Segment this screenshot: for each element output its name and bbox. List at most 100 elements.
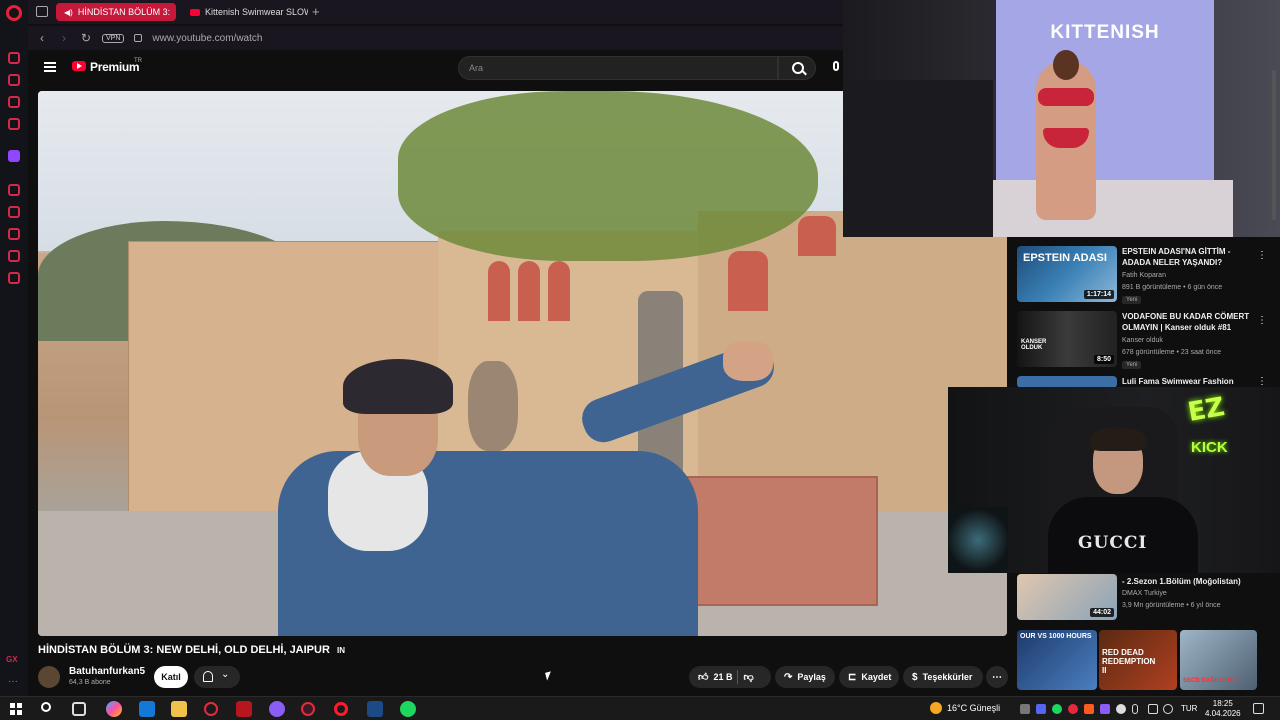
search-input[interactable]: Ara — [458, 56, 778, 80]
mic-tray-icon[interactable] — [1132, 704, 1138, 714]
twitch-icon[interactable] — [8, 150, 20, 162]
rec-title[interactable]: EPSTEIN ADASI'NA GİTTİM - ADADA NELER YA… — [1122, 246, 1252, 268]
search-button[interactable] — [778, 56, 816, 80]
opera-logo-icon[interactable] — [6, 5, 22, 21]
speed-dial-icon[interactable] — [8, 52, 20, 64]
like-icon[interactable]: 👍︎ — [698, 671, 708, 683]
rec-channel[interactable]: Fatih Koparan — [1122, 272, 1166, 279]
subscribed-bell-button[interactable]: ⌄ — [194, 666, 240, 688]
rec-thumbnail[interactable]: KANSER OLDUK 8:50 — [1017, 311, 1117, 367]
youtube-header: Premium TR Ara — [28, 52, 843, 84]
notifications-icon[interactable] — [1253, 703, 1264, 714]
player-icon[interactable] — [8, 184, 20, 196]
rec-title[interactable]: VODAFONE BU KADAR CÖMERT OLMAYIN | Kanse… — [1122, 311, 1252, 333]
shelf-thumbnail[interactable]: RED DEAD REDEMPTION II — [1099, 630, 1177, 690]
scrollbar-thumb[interactable] — [1272, 70, 1276, 220]
like-dislike-group: 👍︎ 21 B 👎︎ — [689, 666, 771, 688]
vpn-badge[interactable]: VPN — [102, 33, 125, 43]
tray-opera-icon[interactable] — [1068, 704, 1078, 714]
video-person-hat — [343, 359, 453, 414]
opera-icon[interactable] — [334, 702, 348, 716]
rec-item[interactable]: KANSER OLDUK 8:50 VODAFONE BU KADAR CÖME… — [1017, 311, 1277, 376]
kebab-menu-icon[interactable]: ⋮ — [1257, 376, 1267, 387]
instagram-icon[interactable] — [8, 118, 20, 130]
language-indicator[interactable]: TUR — [1181, 704, 1197, 713]
opera-gx-active-icon[interactable] — [301, 702, 315, 716]
spotify-icon[interactable] — [400, 701, 416, 717]
windows-start-icon[interactable] — [10, 703, 22, 715]
tray-icon[interactable] — [1020, 704, 1030, 714]
bag-icon[interactable] — [8, 74, 20, 86]
history-icon[interactable] — [8, 228, 20, 240]
reload-icon[interactable]: ↻ — [80, 31, 92, 45]
bookmark-icon[interactable] — [8, 206, 20, 218]
menu-icon[interactable] — [44, 62, 56, 72]
save-button[interactable]: ⊏ Kaydet — [839, 666, 899, 688]
more-dots-icon[interactable]: ··· — [8, 676, 18, 687]
like-count[interactable]: 21 B — [713, 672, 732, 682]
rec-channel[interactable]: DMAX Turkiye — [1122, 590, 1167, 597]
channel-name[interactable]: Batuhanfurkan5 — [69, 666, 145, 677]
forward-icon[interactable]: › — [58, 31, 70, 45]
dislike-icon[interactable]: 👎︎ — [743, 671, 753, 683]
save-label: Kaydet — [861, 672, 892, 682]
rec-thumbnail[interactable]: 44:02 — [1017, 574, 1117, 620]
shelf-thumbnail[interactable]: OUR VS 1000 HOURS — [1017, 630, 1097, 690]
kebab-menu-icon[interactable]: ⋮ — [1257, 315, 1267, 326]
share-button[interactable]: ↷ Paylaş — [775, 666, 835, 688]
back-icon[interactable]: ‹ — [36, 31, 48, 45]
mouse-cursor — [545, 671, 553, 681]
discord-icon[interactable] — [269, 701, 285, 717]
opera-gx-icon[interactable] — [204, 702, 218, 716]
new-tab-icon[interactable]: + — [312, 4, 320, 19]
rec-channel[interactable]: Kanser olduk — [1122, 337, 1163, 344]
gx-label[interactable]: GX — [6, 655, 18, 664]
lock-icon[interactable] — [134, 34, 143, 42]
shelf-thumbnail[interactable]: SSCB DAĞILDI MI? — [1180, 630, 1257, 690]
tab-kittenish[interactable]: Kittenish Swimwear SLOW — [182, 3, 308, 21]
task-view-icon[interactable] — [72, 702, 86, 716]
tray-app-icon[interactable] — [1100, 704, 1110, 714]
tray-spotify-icon[interactable] — [1052, 704, 1062, 714]
video-tree-top — [398, 91, 818, 261]
subscriber-count: 64,3 B abone — [69, 679, 111, 686]
rec-thumbnail[interactable]: EPSTEIN ADASI 1:17:14 — [1017, 246, 1117, 302]
tab-hindistan[interactable]: ◀) HİNDİSTAN BÖLÜM 3: — [56, 3, 176, 21]
weather-widget[interactable]: 16°C Güneşli — [930, 702, 1000, 714]
extensions-icon[interactable] — [8, 250, 20, 262]
page-scrollbar[interactable] — [1270, 40, 1278, 690]
thumb-text: KANSER OLDUK — [1021, 339, 1047, 351]
speaker-icon[interactable]: ◀) — [64, 8, 73, 17]
outlook-icon[interactable] — [139, 701, 155, 717]
new-badge: Yeni — [1122, 296, 1142, 304]
channel-avatar[interactable] — [38, 666, 60, 688]
brand-label[interactable]: Premium — [90, 60, 140, 74]
tray-discord-icon[interactable] — [1036, 704, 1046, 714]
rec-item[interactable]: EPSTEIN ADASI 1:17:14 EPSTEIN ADASI'NA G… — [1017, 246, 1277, 316]
search-icon[interactable] — [41, 702, 51, 712]
workspace-icon[interactable] — [36, 6, 48, 17]
tray-app-icon[interactable] — [1116, 704, 1126, 714]
join-button[interactable]: Katıl — [154, 666, 188, 688]
mic-icon[interactable] — [833, 61, 839, 71]
runway-video-overlay[interactable]: KITTENISH — [843, 0, 1280, 237]
app-icon[interactable] — [236, 701, 252, 717]
bookmark-icon: ⊏ — [848, 671, 857, 683]
system-clock[interactable]: 18:25 4.04.2026 — [1205, 699, 1241, 719]
tray-app-icon[interactable] — [1084, 704, 1094, 714]
copilot-icon[interactable] — [106, 701, 122, 717]
steam-icon[interactable] — [367, 701, 383, 717]
url-field[interactable]: www.youtube.com/watch — [152, 33, 262, 44]
rec-item[interactable]: 44:02 - 2.Sezon 1.Bölüm (Moğolistan) DMA… — [1017, 574, 1277, 624]
kebab-menu-icon[interactable]: ⋮ — [1257, 250, 1267, 261]
usb-icon[interactable] — [1148, 704, 1158, 714]
more-actions-button[interactable]: ⋯ — [986, 666, 1008, 688]
rec-title[interactable]: - 2.Sezon 1.Bölüm (Moğolistan) — [1122, 576, 1252, 587]
file-explorer-icon[interactable] — [171, 701, 187, 717]
youtube-logo-icon[interactable] — [72, 61, 86, 71]
network-icon[interactable] — [1163, 704, 1173, 714]
rec-title[interactable]: Luli Fama Swimwear Fashion — [1122, 376, 1252, 387]
messenger-icon[interactable] — [8, 96, 20, 108]
thanks-button[interactable]: $ Teşekkürler — [903, 666, 983, 688]
settings-icon[interactable] — [8, 272, 20, 284]
